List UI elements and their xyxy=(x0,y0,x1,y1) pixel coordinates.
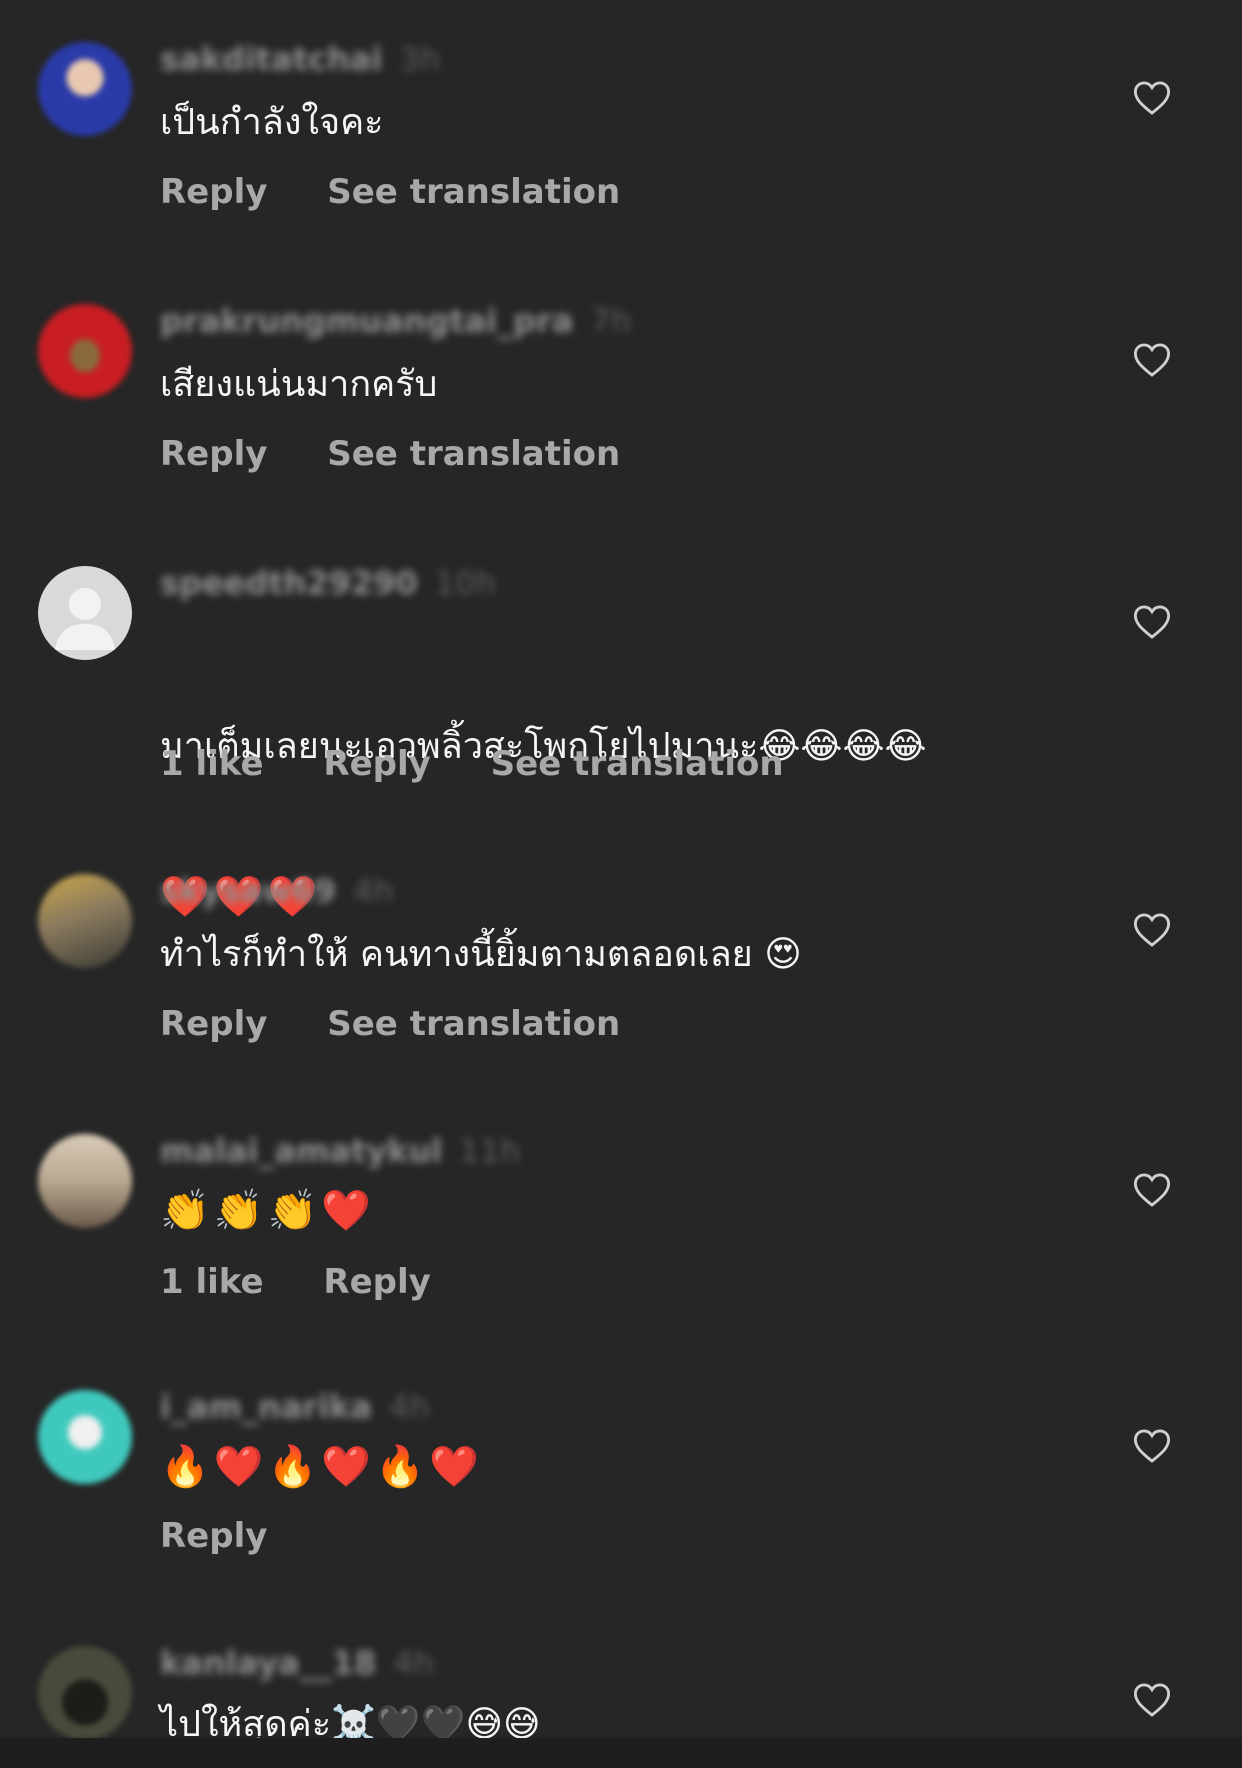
username[interactable]: skysaw69 xyxy=(160,872,336,910)
timestamp: 11h xyxy=(459,1132,521,1170)
comment-header: prakrungmuangtai_pra 7h xyxy=(160,302,631,342)
timestamp: 10h xyxy=(434,564,496,602)
comment-text: 👏👏👏❤️ xyxy=(160,1188,376,1234)
heart-icon[interactable] xyxy=(1133,912,1171,948)
comment-text: 🔥❤️🔥❤️🔥❤️ xyxy=(160,1444,483,1490)
reply-button[interactable]: Reply xyxy=(323,744,430,784)
reply-button[interactable]: Reply xyxy=(160,1004,267,1044)
heart-icon[interactable] xyxy=(1133,1682,1171,1718)
heart-icon[interactable] xyxy=(1133,604,1171,640)
see-translation-button[interactable]: See translation xyxy=(327,172,620,212)
comment-header: skysaw69 4h xyxy=(160,872,394,912)
comment-text: ทำไรก็ทำให้ คนทางนี้ยิ้มตามตลอดเลย 😍 xyxy=(160,934,802,975)
comment-actions: Reply See translation xyxy=(160,1004,668,1044)
reply-button[interactable]: Reply xyxy=(323,1262,430,1302)
likes-count[interactable]: 1 like xyxy=(160,744,264,784)
heart-icon[interactable] xyxy=(1133,80,1171,116)
comment-actions: 1 like Reply See translation xyxy=(160,744,832,784)
comment-header: i_am_narika 4h xyxy=(160,1388,430,1428)
timestamp: 3h xyxy=(399,40,441,78)
see-translation-button[interactable]: See translation xyxy=(327,1004,620,1044)
heart-icon[interactable] xyxy=(1133,1428,1171,1464)
comment-actions: Reply xyxy=(160,1516,315,1556)
heart-icon[interactable] xyxy=(1133,342,1171,378)
reply-button[interactable]: Reply xyxy=(160,434,267,474)
comment-header: malai_amatykul 11h xyxy=(160,1132,520,1172)
comment-actions: Reply See translation xyxy=(160,172,668,212)
comment-header: speedth29290 10h xyxy=(160,564,496,604)
reply-button[interactable]: Reply xyxy=(160,172,267,212)
comment-text: เป็นกำลังใจคะ xyxy=(160,102,384,143)
comment-actions: 1 like Reply xyxy=(160,1262,479,1302)
see-translation-button[interactable]: See translation xyxy=(327,434,620,474)
default-avatar-icon xyxy=(55,588,115,650)
username[interactable]: kanlaya__18 xyxy=(160,1644,376,1682)
comment-actions: Reply See translation xyxy=(160,434,668,474)
timestamp: 4h xyxy=(389,1388,430,1426)
avatar[interactable] xyxy=(38,1646,132,1740)
avatar[interactable] xyxy=(38,304,132,398)
username[interactable]: sakditatchai xyxy=(160,40,382,78)
comment-text: เสียงแน่นมากครับ xyxy=(160,364,438,405)
avatar[interactable] xyxy=(38,1134,132,1228)
see-translation-button[interactable]: See translation xyxy=(491,744,784,784)
timestamp: 7h xyxy=(590,302,632,340)
avatar[interactable] xyxy=(38,566,132,660)
timestamp: 4h xyxy=(353,872,394,910)
username[interactable]: prakrungmuangtai_pra xyxy=(160,302,573,340)
comment-header: kanlaya__18 4h xyxy=(160,1644,434,1684)
reply-button[interactable]: Reply xyxy=(160,1516,267,1556)
heart-icon[interactable] xyxy=(1133,1172,1171,1208)
comment-header: sakditatchai 3h xyxy=(160,40,440,80)
timestamp: 4h xyxy=(393,1644,434,1682)
bottom-bar xyxy=(0,1738,1242,1768)
likes-count[interactable]: 1 like xyxy=(160,1262,264,1302)
avatar[interactable] xyxy=(38,1390,132,1484)
username[interactable]: i_am_narika xyxy=(160,1388,372,1426)
avatar[interactable] xyxy=(38,874,132,968)
avatar[interactable] xyxy=(38,42,132,136)
username[interactable]: speedth29290 xyxy=(160,564,418,602)
username[interactable]: malai_amatykul xyxy=(160,1132,442,1170)
